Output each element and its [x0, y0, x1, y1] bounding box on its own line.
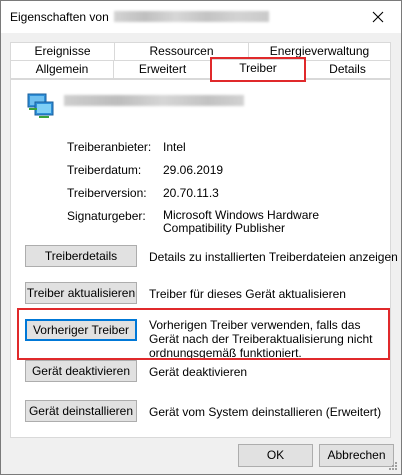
ok-button[interactable]: OK: [238, 444, 313, 467]
date-label: Treiberdatum:: [67, 163, 142, 177]
version-value: 20.70.11.3: [163, 186, 219, 200]
version-label: Treiberversion:: [67, 186, 147, 200]
update-driver-button[interactable]: Treiber aktualisieren: [25, 282, 137, 304]
tab-details[interactable]: Details: [304, 60, 391, 79]
resize-grip-icon[interactable]: [388, 461, 398, 471]
uninstall-device-button[interactable]: Gerät deinstallieren: [25, 400, 137, 422]
title-bar: Eigenschaften von: [1, 1, 401, 33]
tab-general[interactable]: Allgemein: [10, 60, 114, 79]
update-driver-desc: Treiber für dieses Gerät aktualisieren: [149, 287, 346, 301]
disable-device-desc: Gerät deaktivieren: [149, 365, 248, 379]
driver-details-desc: Details zu installierten Treiberdateien …: [149, 250, 398, 264]
close-button[interactable]: [355, 1, 401, 33]
highlight-rollback: [17, 308, 390, 360]
signer-label: Signaturgeber:: [67, 209, 146, 223]
tab-advanced[interactable]: Erweitert: [113, 60, 212, 79]
redacted-device-name: [114, 11, 269, 22]
close-icon: [372, 11, 384, 23]
driver-details-button[interactable]: Treiberdetails: [25, 245, 137, 267]
uninstall-device-desc: Gerät vom System deinstallieren (Erweite…: [149, 405, 382, 419]
highlight-driver-tab: [210, 57, 306, 82]
window-title: Eigenschaften von: [10, 10, 109, 24]
redacted-device-name-panel: [64, 95, 244, 106]
provider-label: Treiberanbieter:: [67, 140, 152, 154]
network-adapter-icon: [27, 93, 54, 118]
properties-dialog: Eigenschaften von Ereignisse Ressourcen …: [0, 0, 402, 475]
tab-events[interactable]: Ereignisse: [10, 42, 115, 61]
provider-value: Intel: [163, 140, 186, 154]
signer-value: Microsoft Windows Hardware Compatibility…: [163, 208, 320, 235]
date-value: 29.06.2019: [163, 163, 224, 177]
cancel-button[interactable]: Abbrechen: [319, 444, 394, 467]
disable-device-button[interactable]: Gerät deaktivieren: [25, 360, 137, 382]
